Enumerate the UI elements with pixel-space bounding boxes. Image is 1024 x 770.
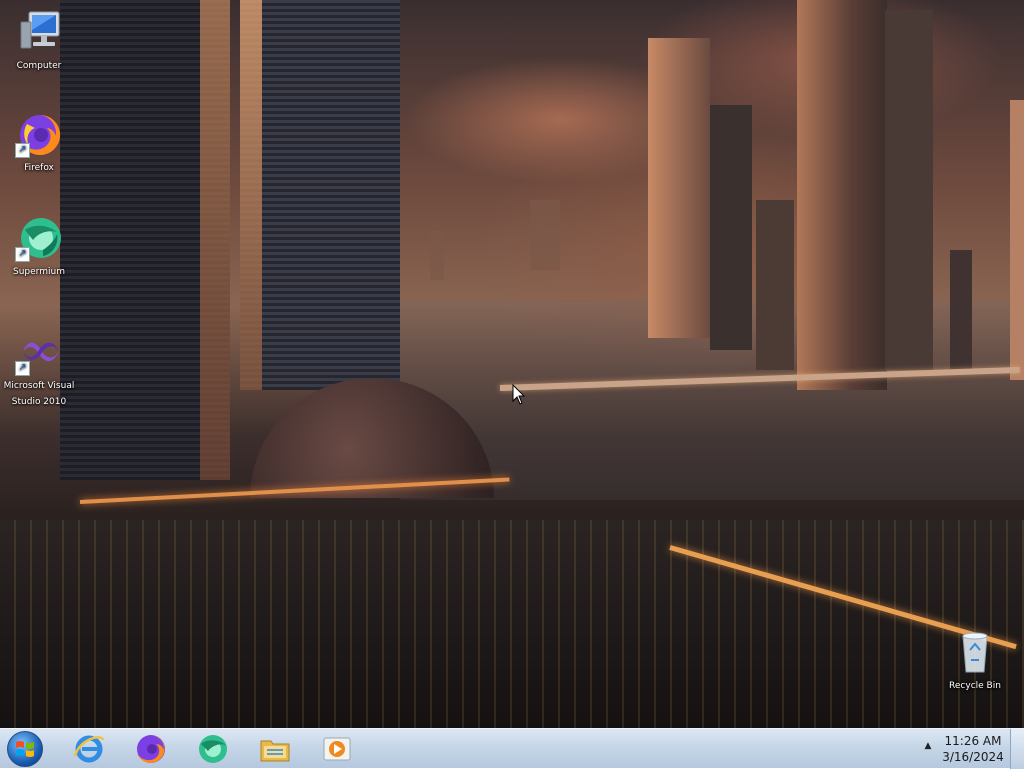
shortcut-arrow-icon: ↗ xyxy=(15,247,30,262)
desktop-icon-visual-studio[interactable]: ↗ Microsoft Visual Studio 2010 xyxy=(0,328,78,410)
computer-icon xyxy=(15,8,63,56)
media-player-icon xyxy=(323,737,351,761)
wallpaper-building xyxy=(430,230,444,280)
wallpaper-building xyxy=(240,0,400,390)
taskbar: ▲ 11:26 AM 3/16/2024 xyxy=(0,728,1024,769)
supermium-icon: ↗ xyxy=(15,214,63,262)
taskbar-firefox[interactable] xyxy=(134,732,168,766)
start-button[interactable] xyxy=(7,731,43,767)
wallpaper-building xyxy=(60,0,230,480)
shortcut-arrow-icon: ↗ xyxy=(15,361,30,376)
wallpaper-building xyxy=(710,105,752,350)
firefox-icon xyxy=(137,735,165,763)
shortcut-arrow-icon: ↗ xyxy=(15,143,30,158)
wallpaper-building xyxy=(1010,100,1024,380)
windows-start-icon xyxy=(16,741,34,757)
wallpaper-building xyxy=(885,10,933,370)
taskbar-windows-explorer[interactable] xyxy=(258,732,292,766)
wallpaper-city xyxy=(0,520,1024,728)
wallpaper-building xyxy=(950,250,972,370)
taskbar-supermium[interactable] xyxy=(196,732,230,766)
folder-icon xyxy=(260,740,290,762)
show-hidden-icons-button[interactable]: ▲ xyxy=(922,741,934,753)
internet-explorer-icon xyxy=(73,735,105,763)
desktop-icon-computer[interactable]: Computer xyxy=(0,8,78,74)
show-desktop-button[interactable] xyxy=(1010,729,1024,769)
firefox-icon: ↗ xyxy=(15,110,63,158)
visual-studio-icon: ↗ xyxy=(15,328,63,376)
desktop-icon-label: Recycle Bin xyxy=(949,681,1001,691)
system-clock[interactable]: 11:26 AM 3/16/2024 xyxy=(940,733,1006,765)
desktop-icon-label: Computer xyxy=(16,61,62,71)
recycle-bin-icon xyxy=(951,628,999,676)
desktop-icon-recycle-bin[interactable]: Recycle Bin xyxy=(936,628,1014,694)
supermium-icon xyxy=(199,735,227,763)
desktop-icon-label: Supermium xyxy=(13,267,65,277)
mouse-cursor-icon xyxy=(512,384,526,405)
desktop-icon-label: Microsoft Visual Studio 2010 xyxy=(3,381,75,407)
desktop-icon-firefox[interactable]: ↗ Firefox xyxy=(0,110,78,176)
taskbar-media-player[interactable] xyxy=(320,732,354,766)
wallpaper-building xyxy=(530,200,560,270)
taskbar-internet-explorer[interactable] xyxy=(72,732,106,766)
wallpaper-building xyxy=(648,38,710,338)
wallpaper-building xyxy=(756,200,794,370)
desktop-icon-label: Firefox xyxy=(24,163,54,173)
wallpaper-building xyxy=(797,0,887,390)
desktop-background[interactable]: Computer ↗ Firefox ↗ Supermium ↗ Microso… xyxy=(0,0,1024,728)
desktop-icon-supermium[interactable]: ↗ Supermium xyxy=(0,214,78,280)
clock-time: 11:26 AM xyxy=(944,734,1002,748)
clock-date: 3/16/2024 xyxy=(942,750,1004,764)
